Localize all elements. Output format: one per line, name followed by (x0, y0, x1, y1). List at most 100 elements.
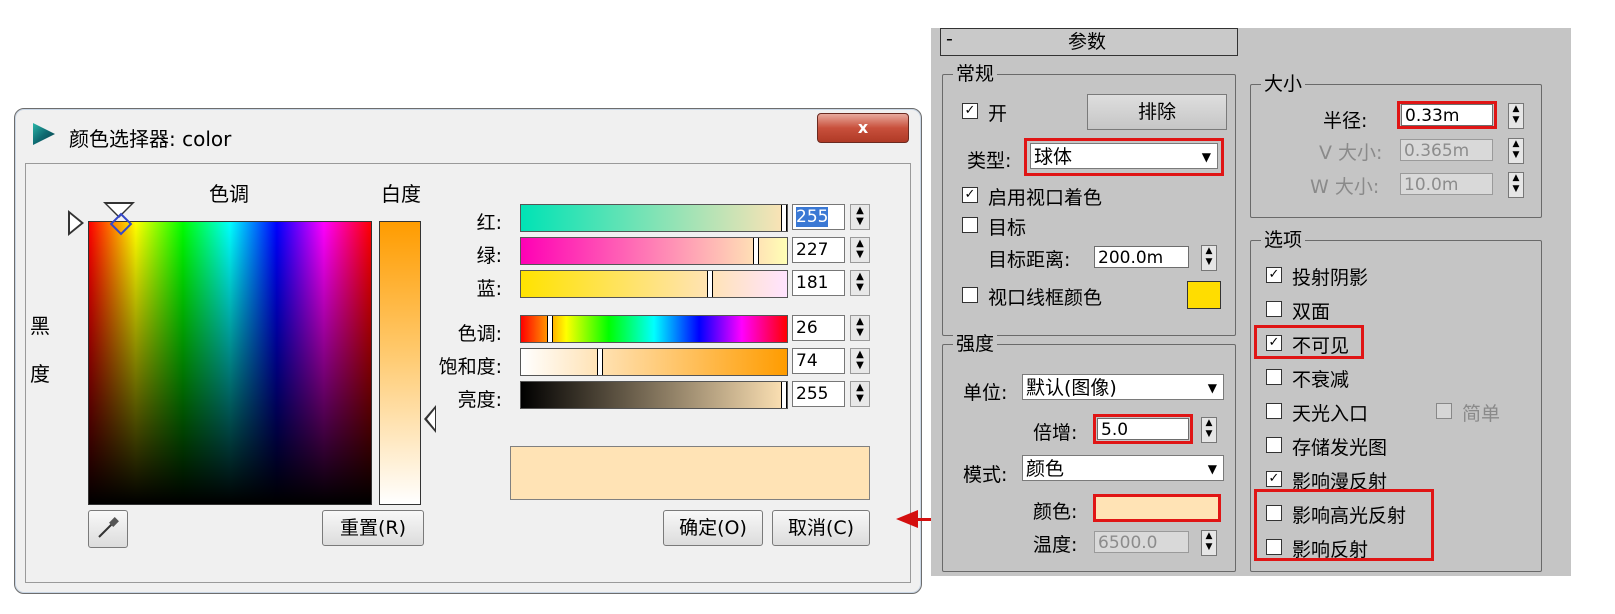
exclude-button[interactable]: 排除 (1087, 94, 1227, 130)
hue-slider-thumb[interactable] (547, 316, 553, 342)
general-group-title: 常规 (953, 63, 998, 85)
chevron-down-icon: ▼ (1201, 150, 1211, 164)
store-irradiance-checkbox[interactable] (1266, 437, 1282, 453)
close-button[interactable]: x (817, 113, 909, 143)
saturation-slider[interactable] (520, 348, 788, 376)
red-spinner[interactable]: ▲ ▼ (850, 204, 870, 230)
invisible-checkbox[interactable]: ✓ (1266, 335, 1282, 351)
simple-checkbox[interactable] (1436, 403, 1452, 419)
red-slider[interactable] (520, 204, 788, 232)
dialog-client-area: 色调 白度 黑度 红: 255 ▲ ▼ 绿: 227 ▲ ▼ 蓝: 181 ▲ ▼ 色… (25, 163, 911, 583)
hue-slider-label: 色调: (457, 323, 502, 345)
target-label: 目标 (988, 217, 1027, 239)
green-slider-thumb[interactable] (753, 238, 759, 264)
hue-blackness-field[interactable] (88, 221, 372, 505)
radius-field[interactable]: 0.33m (1401, 104, 1493, 126)
invisible-label: 不可见 (1292, 335, 1350, 357)
reset-button[interactable]: 重置(R) (322, 510, 424, 546)
temperature-field[interactable]: 6500.0 (1094, 531, 1189, 553)
color-swatch-button[interactable] (1093, 494, 1221, 522)
w-size-field[interactable]: 10.0m (1400, 173, 1493, 195)
wireframe-color-label: 视口线框颜色 (988, 287, 1103, 309)
chevron-down-icon: ▼ (1207, 462, 1217, 476)
no-decay-checkbox[interactable] (1266, 369, 1282, 385)
3dsmax-app-icon (33, 123, 55, 145)
blue-label: 蓝: (476, 278, 502, 300)
affect-reflections-checkbox[interactable] (1266, 539, 1282, 555)
ok-button[interactable]: 确定(O) (663, 510, 763, 546)
brightness-value-field[interactable]: 255 (792, 381, 845, 407)
multiplier-field[interactable]: 5.0 (1097, 418, 1189, 440)
color-preview-swatch (510, 446, 870, 500)
blackness-label: 黑度 (30, 314, 50, 386)
green-slider[interactable] (520, 237, 788, 265)
red-label: 红: (476, 212, 502, 234)
eyedropper-icon (98, 517, 119, 538)
wireframe-color-swatch[interactable] (1187, 281, 1221, 309)
unit-dropdown[interactable]: 默认(图像) ▼ (1022, 374, 1224, 400)
rollout-collapse-toggle[interactable]: - (946, 28, 953, 50)
multiplier-spinner[interactable]: ▲ ▼ (1201, 417, 1217, 443)
target-distance-label: 目标距离: (988, 249, 1071, 271)
viewport-shading-checkbox[interactable]: ✓ (962, 187, 978, 203)
brightness-spinner[interactable]: ▲ ▼ (850, 381, 870, 407)
saturation-spinner[interactable]: ▲ ▼ (850, 348, 870, 374)
saturation-value-field[interactable]: 74 (792, 348, 845, 374)
blue-slider[interactable] (520, 270, 788, 298)
hue-spinner[interactable]: ▲ ▼ (850, 315, 870, 341)
radius-label: 半径: (1323, 110, 1368, 132)
blue-slider-thumb[interactable] (707, 271, 713, 297)
size-group-title: 大小 (1261, 73, 1306, 95)
red-slider-thumb[interactable] (781, 205, 787, 231)
temperature-label: 温度: (1033, 534, 1078, 556)
intensity-group-title: 强度 (953, 333, 998, 355)
hue-value-field[interactable]: 26 (792, 315, 845, 341)
brightness-slider[interactable] (520, 381, 788, 409)
type-label: 类型: (967, 150, 1012, 172)
affect-specular-label: 影响高光反射 (1292, 505, 1407, 527)
green-spinner[interactable]: ▲ ▼ (850, 237, 870, 263)
cast-shadows-checkbox[interactable]: ✓ (1266, 267, 1282, 283)
radius-spinner[interactable]: ▲ ▼ (1508, 103, 1524, 129)
cancel-button[interactable]: 取消(C) (772, 510, 870, 546)
type-dropdown[interactable]: 球体 ▼ (1030, 143, 1218, 169)
saturation-slider-thumb[interactable] (597, 349, 603, 375)
v-size-field[interactable]: 0.365m (1400, 139, 1493, 161)
target-distance-field[interactable]: 200.0m (1094, 246, 1189, 268)
green-value-field[interactable]: 227 (792, 237, 845, 263)
color-label: 颜色: (1033, 501, 1078, 523)
mode-dropdown[interactable]: 颜色 ▼ (1022, 455, 1224, 481)
unit-label: 单位: (963, 382, 1008, 404)
mode-label: 模式: (963, 464, 1008, 486)
simple-label: 简单 (1462, 403, 1501, 425)
on-label: 开 (988, 103, 1008, 125)
brightness-label: 亮度: (457, 389, 502, 411)
blue-spinner[interactable]: ▲ ▼ (850, 270, 870, 296)
eyedropper-button[interactable] (88, 510, 128, 548)
rollout-title: 参数 (1068, 31, 1107, 53)
affect-specular-checkbox[interactable] (1266, 505, 1282, 521)
dialog-titlebar[interactable]: 颜色选择器: color x (15, 109, 921, 161)
target-distance-spinner[interactable]: ▲ ▼ (1201, 245, 1217, 271)
cast-shadows-label: 投射阴影 (1292, 267, 1369, 289)
w-size-spinner[interactable]: ▲ ▼ (1508, 172, 1524, 198)
on-checkbox[interactable]: ✓ (962, 103, 978, 119)
double-sided-label: 双面 (1292, 301, 1331, 323)
blue-value-field[interactable]: 181 (792, 270, 845, 296)
brightness-slider-thumb[interactable] (781, 382, 787, 408)
multiplier-label: 倍增: (1033, 422, 1078, 444)
target-checkbox[interactable] (962, 217, 978, 233)
temperature-spinner[interactable]: ▲ ▼ (1201, 530, 1217, 556)
skylight-portal-checkbox[interactable] (1266, 403, 1282, 419)
v-size-spinner[interactable]: ▲ ▼ (1508, 138, 1524, 164)
affect-diffuse-checkbox[interactable]: ✓ (1266, 471, 1282, 487)
wireframe-color-checkbox[interactable] (962, 287, 978, 303)
hue-slider[interactable] (520, 315, 788, 343)
color-picker-dialog: 颜色选择器: color x 色调 白度 黑度 红: 255 ▲ ▼ 绿: 227… (14, 108, 922, 594)
red-value-field[interactable]: 255 (792, 204, 845, 230)
double-sided-checkbox[interactable] (1266, 301, 1282, 317)
saturation-label: 饱和度: (438, 356, 502, 378)
skylight-portal-label: 天光入口 (1292, 403, 1369, 425)
annotation-arrow-icon (896, 510, 918, 528)
dialog-title: 颜色选择器: color (69, 127, 232, 151)
